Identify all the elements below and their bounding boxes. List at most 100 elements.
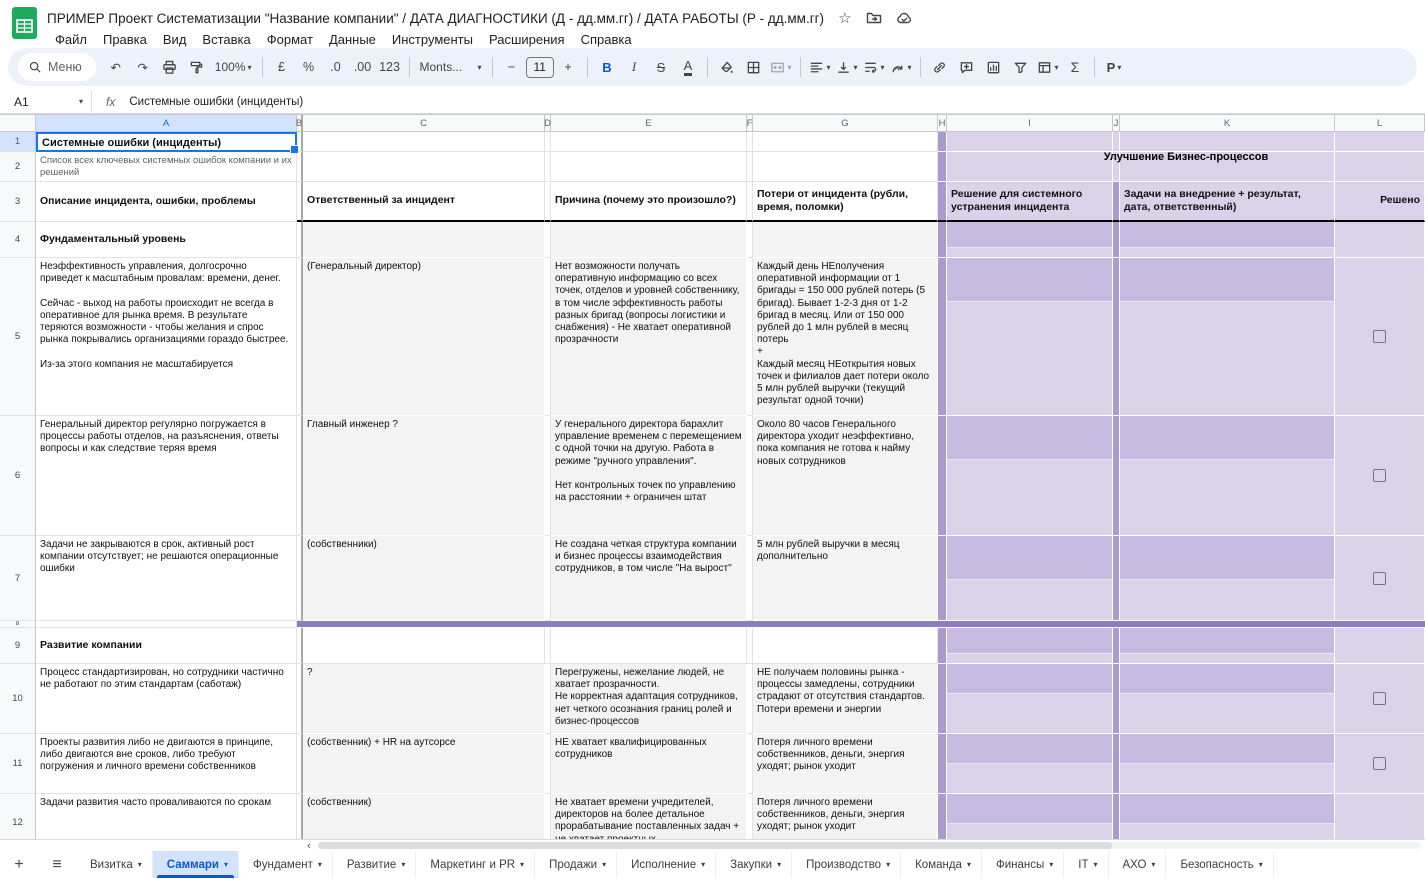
- borders-button[interactable]: [741, 54, 767, 80]
- cell-a8[interactable]: [36, 621, 297, 628]
- cell-h4[interactable]: [938, 222, 947, 258]
- cell-h12[interactable]: [938, 794, 947, 839]
- cell-a11[interactable]: Проекты развития либо не двигаются в при…: [36, 734, 297, 794]
- cell-l1[interactable]: [1335, 132, 1425, 152]
- cell-j10[interactable]: [1113, 664, 1120, 734]
- cell-a5[interactable]: Неэффективность управления, долгосрочно …: [36, 258, 297, 416]
- tab-ispolnenie[interactable]: Исполнение ▾: [617, 851, 717, 878]
- cell-g11[interactable]: Потеря личного времени собственников, де…: [753, 734, 938, 794]
- cell-l9[interactable]: [1335, 628, 1425, 664]
- resolved-checkbox[interactable]: [1373, 757, 1386, 770]
- cell-h10[interactable]: [938, 664, 947, 734]
- text-color-button[interactable]: A: [675, 54, 701, 80]
- cell-j9[interactable]: [1113, 628, 1120, 664]
- cell-k3[interactable]: Задачи на внедрение + результат, дата, о…: [1120, 182, 1335, 222]
- cell-h2[interactable]: [938, 152, 947, 182]
- row-header-5[interactable]: 5: [0, 258, 36, 416]
- font-size-input[interactable]: 11: [525, 56, 554, 78]
- all-sheets-menu-button[interactable]: ≡: [38, 851, 76, 878]
- cell-c9[interactable]: [303, 628, 545, 664]
- menu-data[interactable]: Данные: [321, 30, 384, 49]
- cell-i11[interactable]: [947, 734, 1113, 794]
- functions-button[interactable]: Σ: [1062, 54, 1088, 80]
- cell-k10[interactable]: [1120, 664, 1335, 734]
- tab-aho[interactable]: АХО ▾: [1109, 851, 1167, 878]
- tab-it[interactable]: IT ▾: [1064, 851, 1109, 878]
- name-box[interactable]: A1 ▾: [0, 90, 92, 113]
- cell-k9[interactable]: [1120, 628, 1335, 664]
- cell-i7[interactable]: [947, 536, 1113, 621]
- cell-i2[interactable]: [947, 152, 1113, 182]
- tab-dropdown-icon[interactable]: ▾: [401, 860, 405, 869]
- select-all-button[interactable]: [0, 115, 36, 132]
- cell-k1[interactable]: [1120, 132, 1335, 152]
- cell-c12[interactable]: (собственник): [303, 794, 545, 839]
- cell-e11[interactable]: НЕ хватает квалифицированных сотрудников: [551, 734, 747, 794]
- cell-e5[interactable]: Нет возможности получать оперативную инф…: [551, 258, 747, 416]
- cell-c5[interactable]: (Генеральный директор): [303, 258, 545, 416]
- cell-j11[interactable]: [1113, 734, 1120, 794]
- cell-c4[interactable]: [303, 222, 545, 258]
- cell-h6[interactable]: [938, 416, 947, 536]
- cell-l12[interactable]: [1335, 794, 1425, 839]
- cell-j5[interactable]: [1113, 258, 1120, 416]
- horizontal-align-button[interactable]: ▾: [807, 54, 833, 80]
- menu-extensions[interactable]: Расширения: [481, 30, 573, 49]
- print-button[interactable]: [157, 54, 183, 80]
- cell-j2[interactable]: [1113, 152, 1120, 182]
- row-header-2[interactable]: 2: [0, 152, 36, 182]
- merge-cells-button[interactable]: ▾: [768, 54, 794, 80]
- bold-button[interactable]: B: [594, 54, 620, 80]
- cell-a12[interactable]: Задачи развития часто проваливаются по с…: [36, 794, 297, 839]
- undo-button[interactable]: ↶: [103, 54, 129, 80]
- cell-g9[interactable]: [753, 628, 938, 664]
- row-header-3[interactable]: 3: [0, 182, 36, 222]
- menu-help[interactable]: Справка: [573, 30, 640, 49]
- horizontal-scrollbar[interactable]: [318, 842, 1421, 849]
- cell-a6[interactable]: Генеральный директор регулярно погружает…: [36, 416, 297, 536]
- cell-k7[interactable]: [1120, 536, 1335, 621]
- cell-a3[interactable]: Описание инцидента, ошибки, проблемы: [36, 182, 297, 222]
- tab-dropdown-icon[interactable]: ▾: [967, 860, 971, 869]
- create-filter-button[interactable]: [1008, 54, 1034, 80]
- tab-dropdown-icon[interactable]: ▾: [1151, 860, 1155, 869]
- cell-a9[interactable]: Развитие компании: [36, 628, 297, 664]
- cell-e1[interactable]: [551, 132, 747, 152]
- resolved-checkbox[interactable]: [1373, 571, 1386, 585]
- text-rotation-button[interactable]: A ▾: [888, 54, 914, 80]
- menu-file[interactable]: Файл: [47, 30, 95, 49]
- cell-g12[interactable]: Потеря личного времени собственников, де…: [753, 794, 938, 839]
- cell-k5[interactable]: [1120, 258, 1335, 416]
- row-header-7[interactable]: 7: [0, 536, 36, 621]
- cell-i3[interactable]: Решение для системного устранения инциде…: [947, 182, 1113, 222]
- row-header-11[interactable]: 11: [0, 734, 36, 794]
- cell-i4[interactable]: [947, 222, 1113, 258]
- cell-j7[interactable]: [1113, 536, 1120, 621]
- cell-a1[interactable]: Системные ошибки (инциденты): [36, 132, 299, 154]
- cell-l11[interactable]: [1335, 734, 1425, 794]
- text-wrap-button[interactable]: ▾: [861, 54, 887, 80]
- add-sheet-button[interactable]: +: [0, 851, 38, 878]
- scrollbar-thumb[interactable]: [318, 842, 1113, 849]
- cell-g1[interactable]: [753, 132, 938, 152]
- cloud-status-icon[interactable]: [896, 10, 913, 26]
- col-header-k[interactable]: K: [1120, 115, 1335, 132]
- tab-proizvodstvo[interactable]: Производство ▾: [792, 851, 902, 878]
- cell-l10[interactable]: [1335, 664, 1425, 734]
- menu-format[interactable]: Формат: [259, 30, 321, 49]
- cell-l2[interactable]: [1335, 152, 1425, 182]
- italic-button[interactable]: I: [621, 54, 647, 80]
- tab-dropdown-icon[interactable]: ▾: [886, 860, 890, 869]
- tab-dropdown-icon[interactable]: ▾: [138, 860, 142, 869]
- row-header-9[interactable]: 9: [0, 628, 36, 664]
- cell-i12[interactable]: [947, 794, 1113, 839]
- cell-k6[interactable]: [1120, 416, 1335, 536]
- cell-g6[interactable]: Около 80 часов Генерального директора ух…: [753, 416, 938, 536]
- cell-g10[interactable]: НЕ получаем половины рынка - процессы за…: [753, 664, 938, 734]
- cell-c2[interactable]: [303, 152, 545, 182]
- tab-sammari[interactable]: Саммари ▾: [152, 851, 239, 878]
- resolved-checkbox[interactable]: [1373, 692, 1386, 705]
- insert-chart-button[interactable]: [981, 54, 1007, 80]
- tab-dropdown-icon[interactable]: ▾: [520, 860, 524, 869]
- number-format-button[interactable]: 123: [377, 54, 403, 80]
